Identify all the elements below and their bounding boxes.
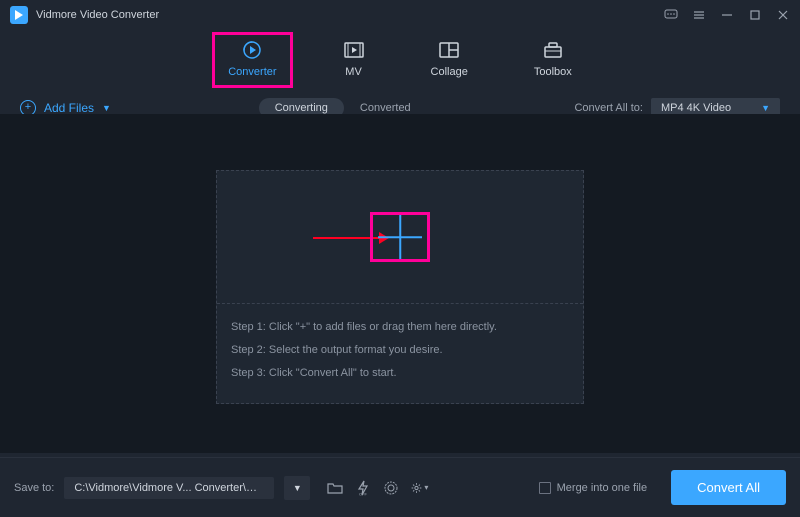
dropzone[interactable]: Step 1: Click "+" to add files or drag t… (216, 170, 584, 404)
add-files-plus-icon[interactable] (376, 213, 424, 261)
format-selected: MP4 4K Video (661, 102, 731, 114)
merge-checkbox-wrap[interactable]: Merge into one file (539, 482, 648, 494)
open-folder-icon[interactable] (326, 479, 344, 497)
dropzone-add-area[interactable] (217, 171, 583, 303)
app-logo-icon (10, 6, 28, 24)
toolbox-icon (542, 40, 564, 60)
merge-label: Merge into one file (557, 482, 648, 494)
tab-converter[interactable]: Converter (218, 36, 286, 88)
converter-icon (241, 40, 263, 60)
titlebar-left: Vidmore Video Converter (10, 6, 159, 24)
hardware-accel-icon[interactable]: OFF (354, 479, 372, 497)
tab-label: Collage (431, 66, 468, 78)
titlebar: Vidmore Video Converter (0, 0, 800, 30)
minimize-icon[interactable] (720, 8, 734, 22)
high-speed-icon[interactable] (382, 479, 400, 497)
add-files-label: Add Files (44, 101, 94, 115)
tab-label: Converter (228, 66, 276, 78)
chevron-down-icon: ▼ (761, 103, 770, 113)
chevron-down-icon[interactable]: ▼ (102, 103, 111, 113)
tab-collage[interactable]: Collage (421, 36, 478, 88)
checkbox-icon[interactable] (539, 482, 551, 494)
svg-text:OFF: OFF (359, 491, 368, 496)
save-to-label: Save to: (14, 482, 54, 494)
tab-label: Toolbox (534, 66, 572, 78)
feedback-icon[interactable] (664, 8, 678, 22)
app-title: Vidmore Video Converter (36, 9, 159, 21)
close-icon[interactable] (776, 8, 790, 22)
convert-all-button[interactable]: Convert All (671, 470, 786, 505)
save-path-dropdown[interactable]: ▼ (284, 476, 310, 500)
main-tabs: Converter MV Collage Toolbox (0, 30, 800, 88)
maximize-icon[interactable] (748, 8, 762, 22)
tab-toolbox[interactable]: Toolbox (524, 36, 582, 88)
mv-icon (343, 40, 365, 60)
main-area: Step 1: Click "+" to add files or drag t… (0, 114, 800, 453)
save-path-field[interactable]: C:\Vidmore\Vidmore V... Converter\Conver… (64, 477, 274, 499)
step-text: Step 2: Select the output format you des… (231, 339, 569, 362)
collage-icon (438, 40, 460, 60)
bottom-icon-group: OFF ▾ (326, 479, 428, 497)
tab-label: MV (345, 66, 362, 78)
bottom-bar: Save to: C:\Vidmore\Vidmore V... Convert… (0, 457, 800, 517)
step-text: Step 3: Click "Convert All" to start. (231, 362, 569, 385)
dropzone-steps: Step 1: Click "+" to add files or drag t… (217, 303, 583, 403)
step-text: Step 1: Click "+" to add files or drag t… (231, 316, 569, 339)
convert-all-to-label: Convert All to: (574, 102, 642, 114)
tab-mv[interactable]: MV (333, 36, 375, 88)
menu-icon[interactable] (692, 8, 706, 22)
titlebar-controls (664, 8, 790, 22)
settings-icon[interactable]: ▾ (410, 479, 428, 497)
